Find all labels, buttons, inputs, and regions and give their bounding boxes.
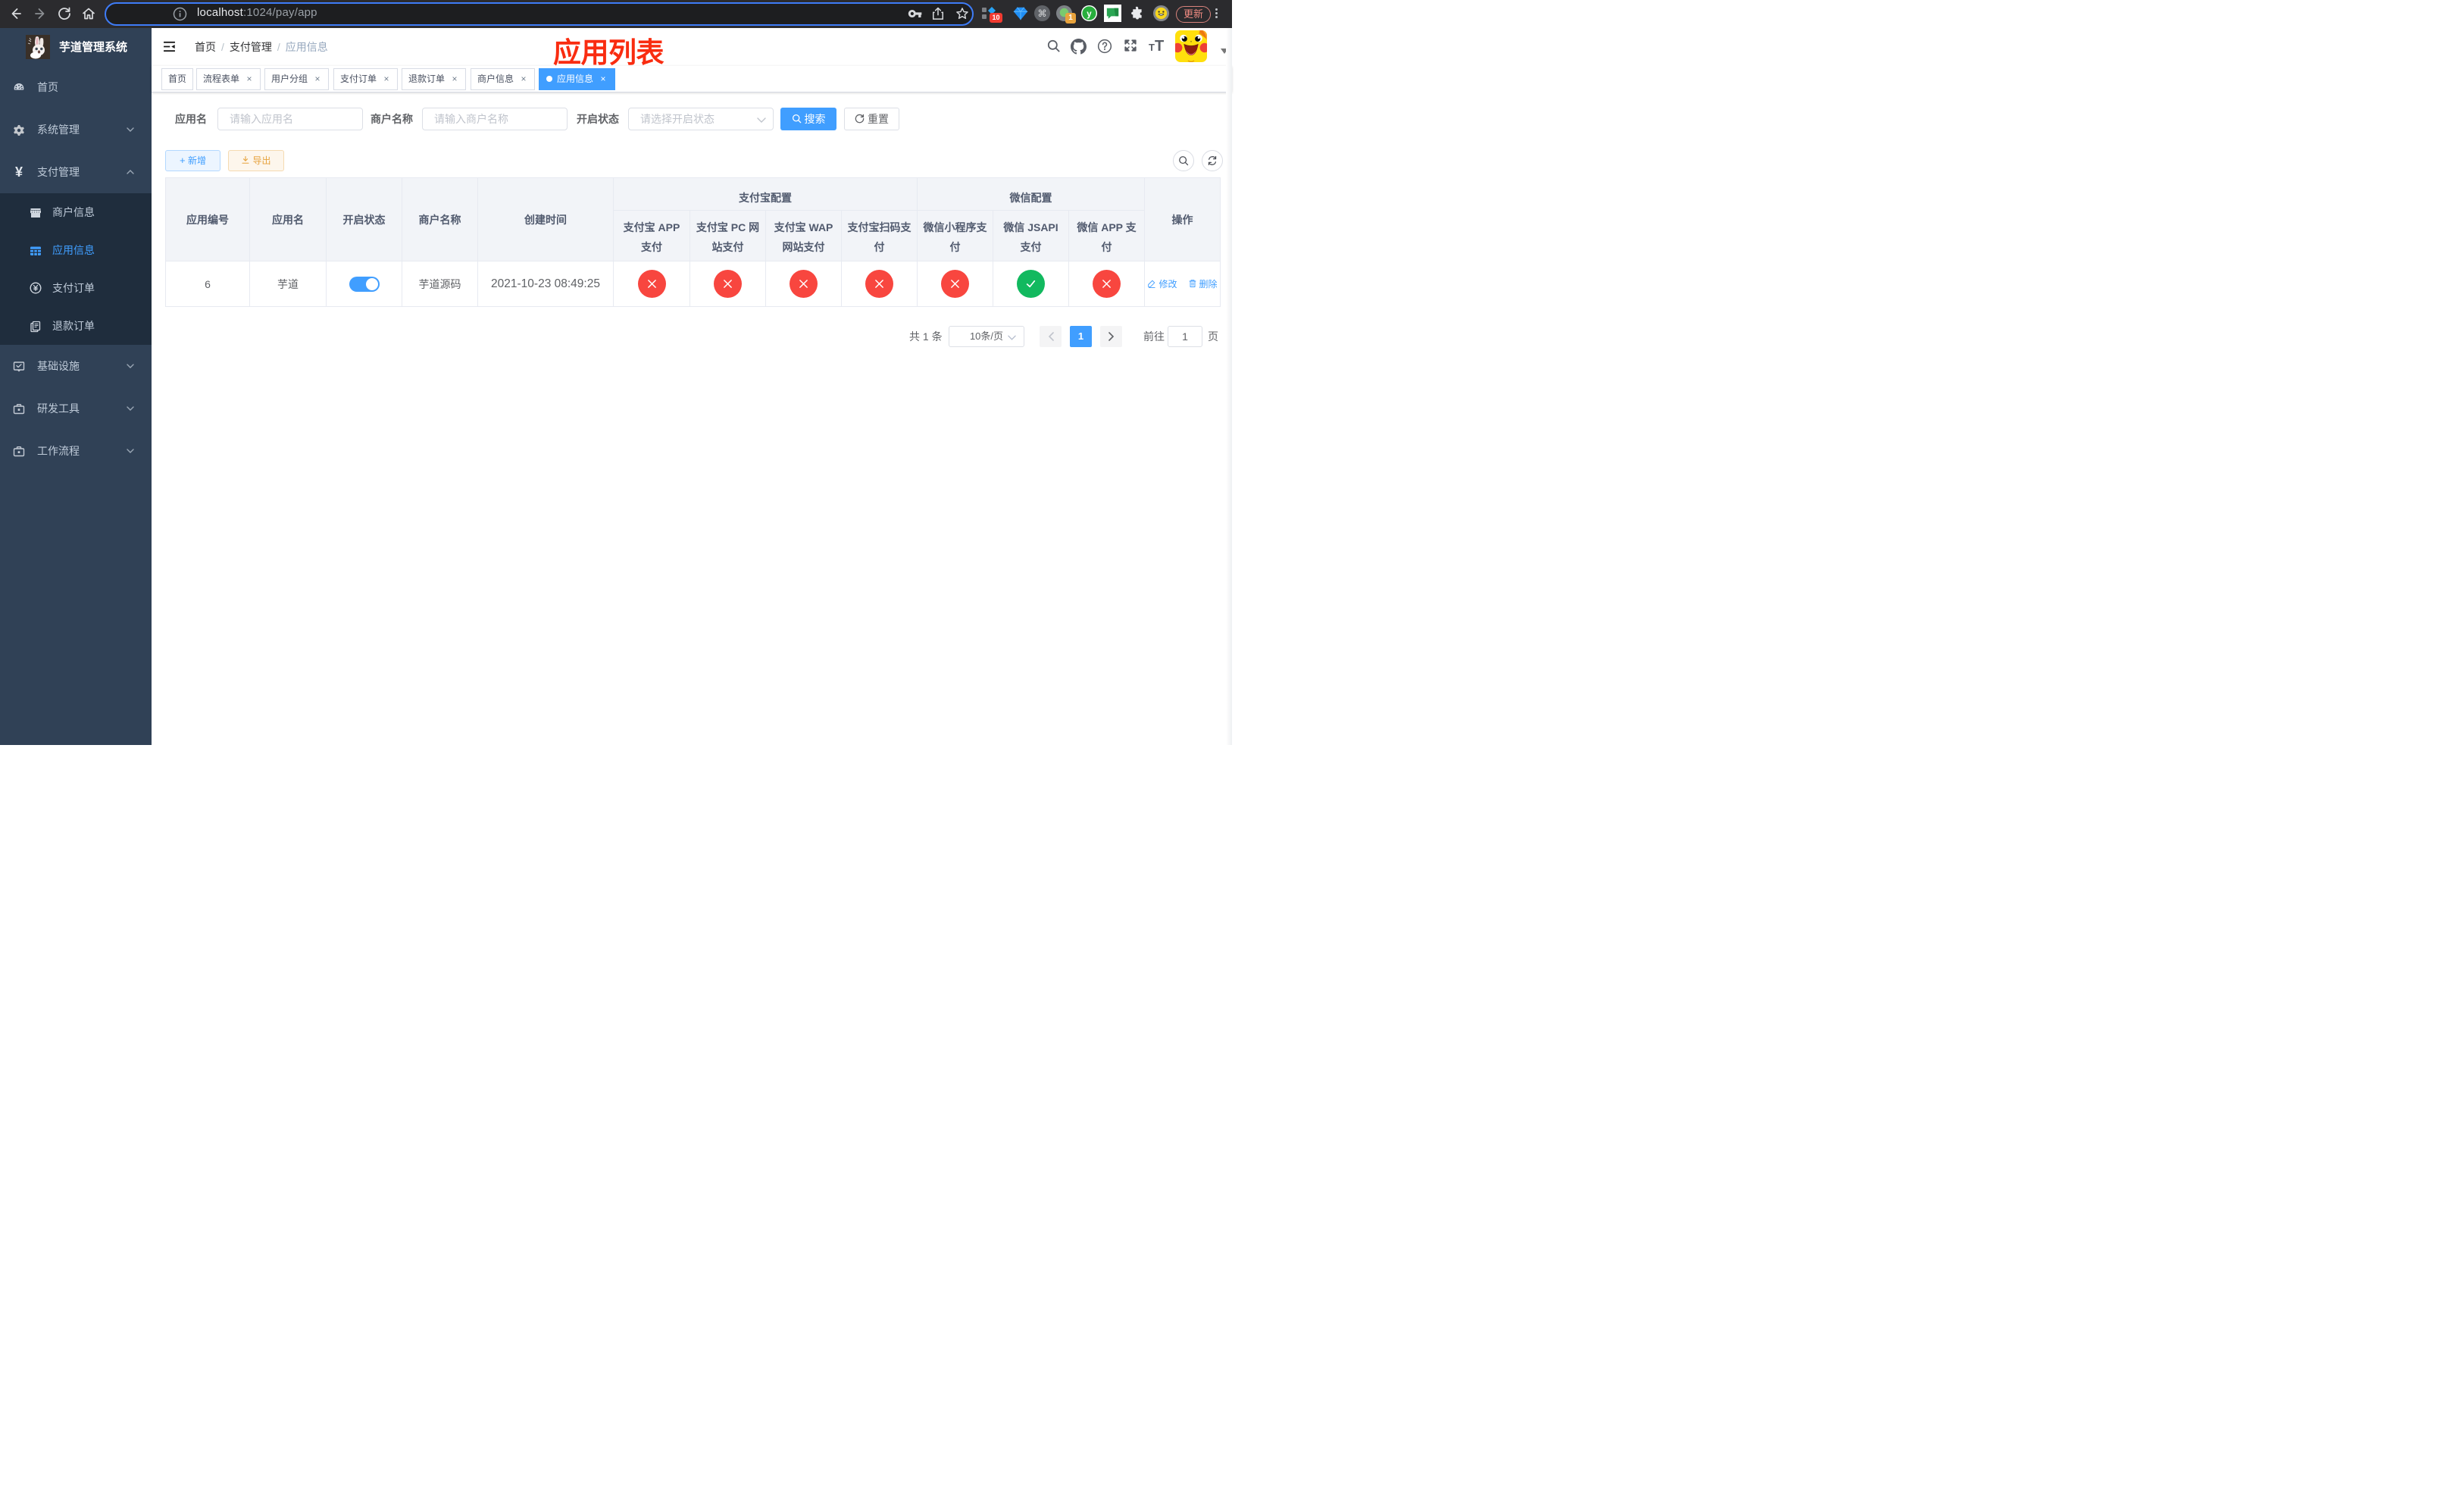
svg-text:y: y	[1087, 10, 1092, 19]
svg-text:⌘: ⌘	[1037, 8, 1046, 19]
